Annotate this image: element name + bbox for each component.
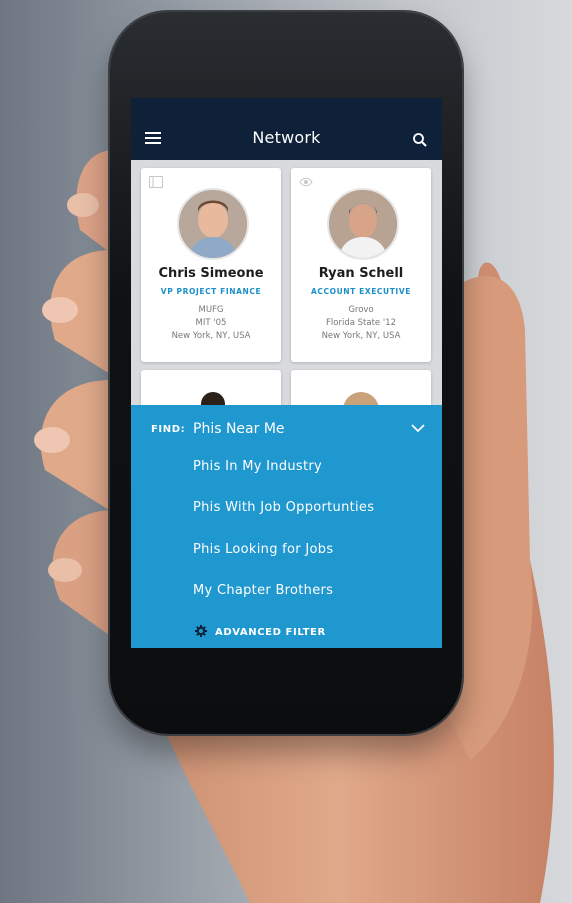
- filter-option-job-opportunities[interactable]: Phis With Job Opportunties: [193, 500, 374, 515]
- gear-icon: [195, 625, 207, 637]
- find-dropdown[interactable]: FIND: Phis Near Me: [151, 421, 431, 441]
- top-bar: Network: [131, 98, 442, 160]
- profile-location: New York, NY, USA: [171, 331, 251, 341]
- filter-option-looking-for-jobs[interactable]: Phis Looking for Jobs: [193, 542, 333, 557]
- search-icon[interactable]: [412, 132, 428, 148]
- eye-icon[interactable]: [299, 176, 313, 188]
- profile-school: Florida State '12: [326, 318, 396, 328]
- profile-name: Chris Simeone: [158, 266, 264, 281]
- profile-card-partial[interactable]: [291, 370, 431, 410]
- profile-name: Ryan Schell: [318, 266, 404, 281]
- profile-location: New York, NY, USA: [321, 331, 401, 341]
- profile-company: MUFG: [198, 305, 224, 315]
- advanced-filter-button[interactable]: ADVANCED FILTER: [195, 625, 326, 638]
- profile-role: VP PROJECT FINANCE: [160, 287, 262, 296]
- chevron-down-icon[interactable]: [411, 423, 425, 433]
- profile-details: Grovo Florida State '12 New York, NY, US…: [291, 304, 431, 343]
- profile-card-ryan-schell[interactable]: Ryan Schell ACCOUNT EXECUTIVE Grovo Flor…: [291, 168, 431, 362]
- profile-company: Grovo: [348, 305, 374, 315]
- filter-option-industry[interactable]: Phis In My Industry: [193, 459, 322, 474]
- profile-details: MUFG MIT '05 New York, NY, USA: [141, 304, 281, 343]
- filter-option-chapter-brothers[interactable]: My Chapter Brothers: [193, 583, 333, 598]
- app-screen: Network Chris Simeone VP PROJECT FINANCE…: [131, 98, 442, 648]
- find-label: FIND:: [151, 424, 186, 435]
- profile-card-chris-simeone[interactable]: Chris Simeone VP PROJECT FINANCE MUFG MI…: [141, 168, 281, 362]
- advanced-filter-label: ADVANCED FILTER: [215, 627, 326, 638]
- find-filter-panel: FIND: Phis Near Me Phis In My Industry P…: [131, 405, 442, 648]
- profile-school: MIT '05: [195, 318, 227, 328]
- find-selected-value[interactable]: Phis Near Me: [193, 421, 285, 437]
- avatar: [177, 188, 249, 260]
- profile-role: ACCOUNT EXECUTIVE: [311, 287, 411, 296]
- avatar: [327, 188, 399, 260]
- profile-card-partial[interactable]: [141, 370, 281, 410]
- page-title: Network: [252, 128, 321, 147]
- bookmark-icon[interactable]: [149, 176, 163, 188]
